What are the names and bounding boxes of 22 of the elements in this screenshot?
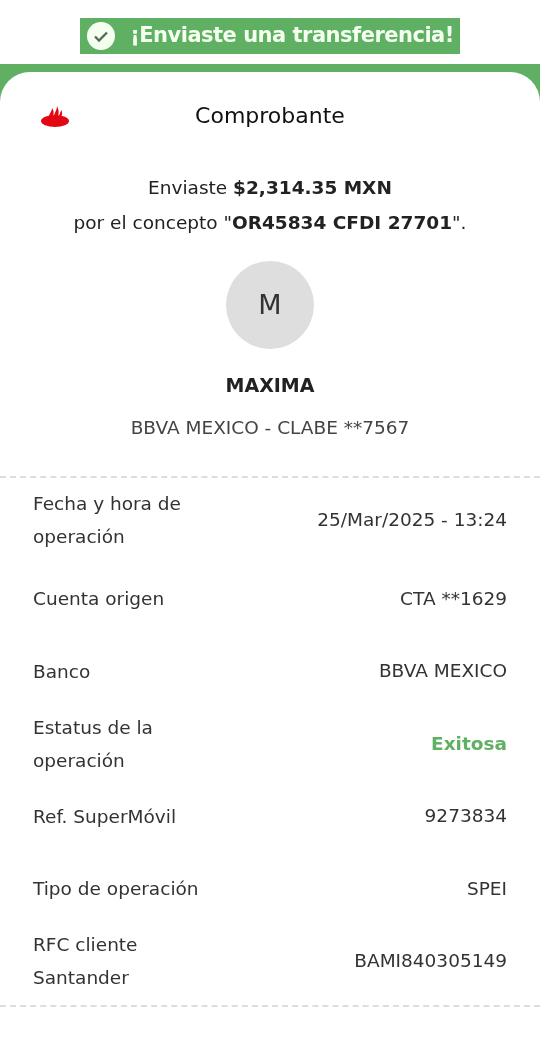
detail-label: Banco <box>33 659 91 684</box>
recipient-name: MAXIMA <box>224 373 316 398</box>
detail-value: BBVA MEXICO <box>378 659 507 684</box>
detail-value: CTA **1629 <box>400 586 507 611</box>
detail-value: BAMI840305149 <box>354 949 507 974</box>
screen-title: Comprobante <box>194 101 346 130</box>
detail-label: Cuenta origen <box>33 587 165 611</box>
check-icon <box>86 21 117 51</box>
detail-label: RFC cliente Santander <box>33 933 139 990</box>
detail-label: Ref. SuperMóvil <box>33 804 177 829</box>
detail-value: 25/Mar/2025 - 13:24 <box>317 508 507 533</box>
recipient-avatar: M <box>226 261 314 349</box>
status-value: Exitosa <box>431 731 507 756</box>
detail-value: SPEI <box>466 876 507 901</box>
detail-label: Tipo de operación <box>33 877 199 901</box>
detail-label: Estatus de la operación <box>33 715 154 773</box>
detail-label: Fecha y hora de operación <box>33 492 182 550</box>
concept-text: por el concepto "OR45834 CFDI 27701". <box>72 211 468 235</box>
amount-text: Enviaste $2,314.35 MXN <box>147 176 393 200</box>
recipient-account: BBVA MEXICO - CLABE **7567 <box>129 415 411 440</box>
banner-text: ¡Enviaste una transferencia! <box>130 22 454 50</box>
detail-value: 9273834 <box>424 804 507 829</box>
